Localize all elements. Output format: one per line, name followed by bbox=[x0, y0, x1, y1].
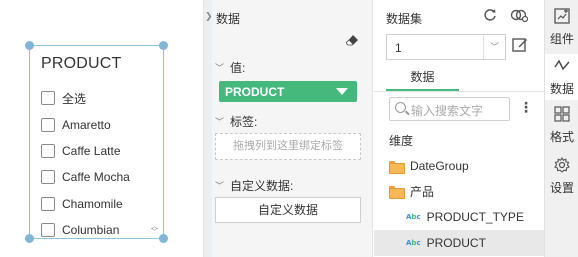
side-tab-bar: 组件 数据 格式 设置 bbox=[544, 0, 578, 257]
resize-handle-bottom-right[interactable] bbox=[159, 234, 168, 243]
checkbox[interactable] bbox=[41, 91, 55, 106]
edit-icon[interactable] bbox=[512, 37, 528, 53]
tab-components[interactable]: 组件 bbox=[545, 6, 578, 51]
checkbox[interactable] bbox=[41, 143, 55, 158]
tab-settings[interactable]: 设置 bbox=[545, 155, 578, 201]
folder-icon bbox=[389, 185, 405, 199]
side-tab-label: 组件 bbox=[549, 32, 574, 46]
tree-folder-product[interactable]: 产品 bbox=[374, 178, 544, 204]
tree-item-label: PRODUCT bbox=[426, 236, 486, 250]
search-placeholder: 输入搜索文字 bbox=[411, 104, 484, 118]
checkbox-widget[interactable]: PRODUCT 全选 Amaretto Caffe Latte Caffe Mo… bbox=[25, 41, 168, 243]
chevron-down-icon: ﹀ bbox=[215, 181, 225, 191]
value-field-name: PRODUCT bbox=[225, 85, 285, 99]
value-field-pill[interactable]: PRODUCT bbox=[219, 81, 357, 102]
dimension-header: 维度 bbox=[389, 134, 414, 148]
tag-drop-zone[interactable]: 拖拽列到这里绑定标签 bbox=[215, 133, 361, 160]
report-canvas[interactable]: PRODUCT 全选 Amaretto Caffe Latte Caffe Mo… bbox=[0, 0, 203, 257]
tree-field-product-type[interactable]: Abc PRODUCT_TYPE bbox=[374, 204, 544, 230]
side-tab-label: 数据 bbox=[549, 82, 574, 96]
checkbox-label: Chamomile bbox=[62, 196, 123, 211]
tag-section-header[interactable]: ﹀ 标签: bbox=[215, 113, 257, 130]
widget-title: PRODUCT bbox=[41, 55, 122, 72]
divider bbox=[374, 91, 544, 92]
resize-handle-top-left[interactable] bbox=[25, 41, 34, 50]
panel-title: 数据 bbox=[216, 12, 241, 26]
refresh-icon[interactable] bbox=[483, 8, 497, 25]
chevron-down-icon[interactable]: ﹀ bbox=[483, 35, 505, 59]
checkbox-label: Amaretto bbox=[62, 117, 111, 132]
checkbox-item[interactable]: Caffe Mocha bbox=[41, 164, 130, 190]
tree-item-label: 产品 bbox=[410, 184, 435, 199]
checkbox-label: Caffe Latte bbox=[62, 143, 121, 158]
checkbox-item[interactable]: Amaretto bbox=[41, 111, 130, 137]
tab-format[interactable]: 格式 bbox=[545, 104, 578, 150]
format-icon bbox=[545, 106, 578, 126]
panel-collapse-strip[interactable]: ❯ bbox=[203, 0, 213, 257]
chevron-down-icon: ﹀ bbox=[215, 117, 225, 127]
more-options-icon[interactable]: ⋮ bbox=[519, 99, 533, 116]
tree-item-label: DateGroup bbox=[410, 159, 469, 173]
checkbox-item[interactable]: Caffe Latte bbox=[41, 138, 130, 164]
checkbox[interactable] bbox=[41, 117, 55, 132]
text-field-icon: Abc bbox=[406, 213, 421, 221]
resize-handle-bottom-left[interactable] bbox=[25, 234, 34, 243]
scroll-arrows-icon[interactable]: ︿ ﹀ bbox=[151, 223, 158, 236]
search-icon bbox=[395, 102, 406, 113]
data-icon bbox=[545, 58, 578, 78]
dropdown-triangle-icon[interactable] bbox=[336, 88, 348, 95]
eraser-icon[interactable] bbox=[345, 35, 358, 49]
settings-icon bbox=[545, 156, 578, 177]
tab-data-side[interactable]: 数据 bbox=[545, 54, 578, 100]
checkbox[interactable] bbox=[41, 223, 55, 238]
text-field-icon: Abc bbox=[406, 239, 421, 247]
checkbox-label: Caffe Mocha bbox=[62, 170, 130, 185]
checkbox-label: Columbian bbox=[62, 223, 120, 238]
checkbox-item-select-all[interactable]: 全选 bbox=[41, 85, 130, 111]
checkbox[interactable] bbox=[41, 196, 55, 211]
dataset-select-value: 1 bbox=[395, 41, 402, 55]
value-section-header[interactable]: ﹀ 值: bbox=[215, 59, 245, 76]
tag-label: 标签: bbox=[230, 115, 258, 129]
chevron-down-icon: ﹀ bbox=[215, 63, 225, 73]
checkbox-list: 全选 Amaretto Caffe Latte Caffe Mocha Cham… bbox=[41, 85, 130, 243]
dataset-title: 数据集 bbox=[386, 12, 423, 26]
tree-folder-dategroup[interactable]: DateGroup bbox=[374, 153, 544, 179]
dataset-link-icon[interactable] bbox=[510, 8, 529, 25]
resize-handle-top-right[interactable] bbox=[159, 41, 168, 50]
checkbox[interactable] bbox=[41, 170, 55, 185]
side-tab-label: 设置 bbox=[549, 181, 574, 195]
tab-data[interactable]: 数据 bbox=[386, 68, 459, 85]
side-tab-label: 格式 bbox=[549, 130, 574, 144]
component-icon bbox=[545, 8, 578, 28]
dataset-select[interactable]: 1 ﹀ bbox=[386, 34, 506, 60]
tree-field-product[interactable]: Abc PRODUCT bbox=[374, 230, 544, 256]
folder-icon bbox=[389, 160, 405, 174]
custom-data-label: 自定义数据: bbox=[230, 179, 294, 193]
checkbox-label: 全选 bbox=[62, 91, 87, 106]
field-search-input[interactable]: 输入搜索文字 bbox=[389, 97, 510, 121]
custom-data-button[interactable]: 自定义数据 bbox=[215, 197, 361, 223]
custom-data-section-header[interactable]: ﹀ 自定义数据: bbox=[215, 177, 293, 194]
tree-item-label: PRODUCT_TYPE bbox=[426, 210, 524, 224]
checkbox-item[interactable]: Columbian bbox=[41, 217, 130, 243]
checkbox-item[interactable]: Chamomile bbox=[41, 191, 130, 217]
data-binding-panel: 数据 ﹀ 值: PRODUCT ﹀ 标签: 拖拽列到这里绑定标签 ﹀ 自定义数据… bbox=[212, 0, 373, 257]
dataset-panel: 数据集 1 ﹀ 数据 输入搜索文字 ⋮ 维度 DateGroup 产品 Abc … bbox=[374, 0, 544, 257]
value-label: 值: bbox=[230, 61, 246, 75]
